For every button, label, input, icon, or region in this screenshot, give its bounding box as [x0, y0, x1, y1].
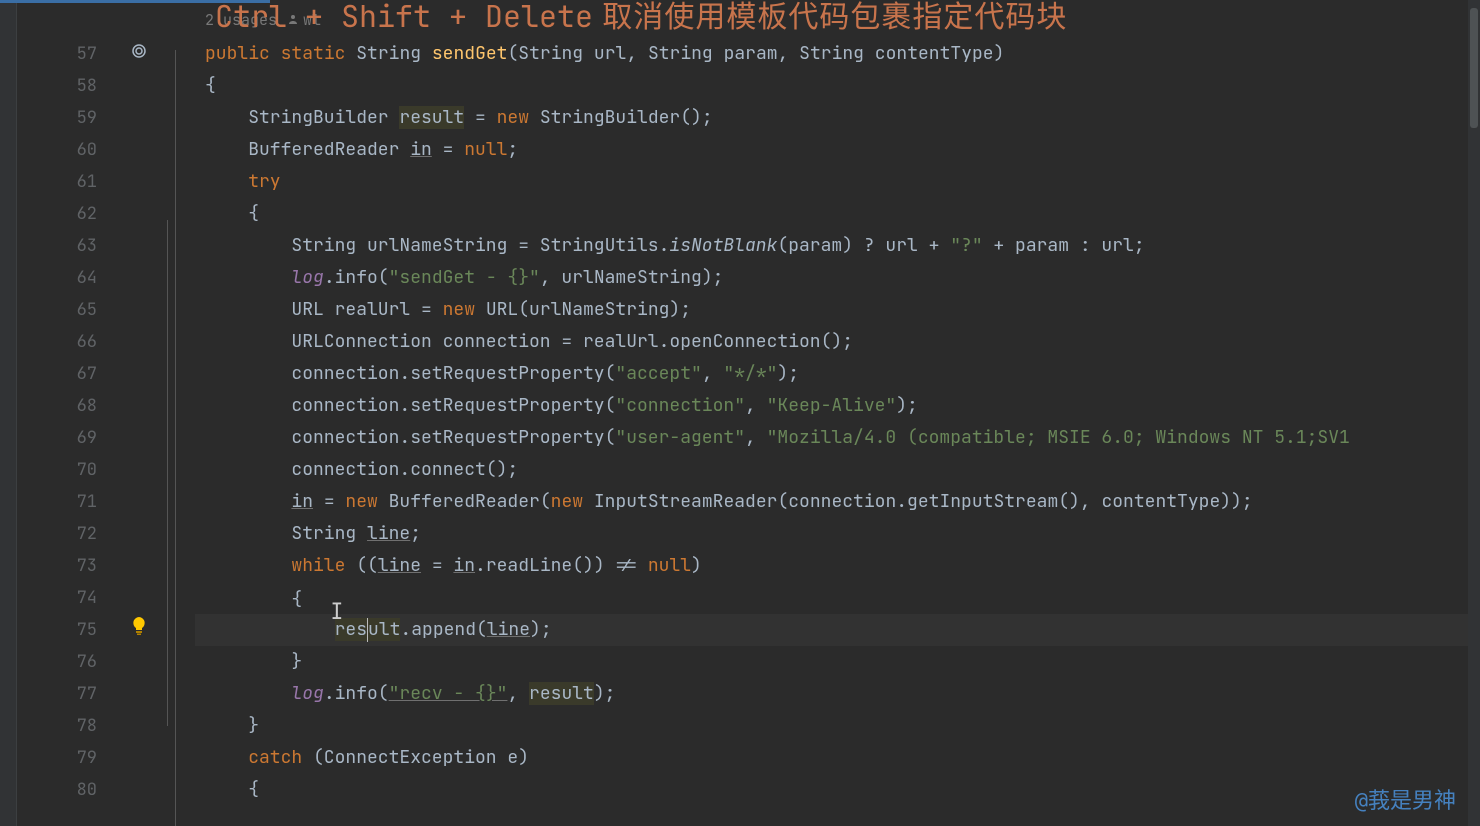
fold-strip[interactable] [163, 0, 195, 826]
line-number[interactable]: 73 [17, 550, 97, 582]
line-number[interactable]: 62 [17, 198, 97, 230]
vertical-scrollbar[interactable] [1468, 0, 1480, 826]
line-number-gutter[interactable]: 5758596061626364656667686970717273747576… [17, 0, 115, 826]
line-number[interactable]: 61 [17, 166, 97, 198]
code-line[interactable]: } [195, 646, 1480, 678]
code-line[interactable]: String urlNameString = StringUtils.isNot… [195, 230, 1480, 262]
fold-line-try [167, 220, 168, 726]
code-line[interactable]: connection.setRequestProperty("connectio… [195, 390, 1480, 422]
watermark: @莪是男神 [1355, 785, 1456, 818]
line-number[interactable]: 58 [17, 70, 97, 102]
code-line[interactable]: catch (ConnectException e) [195, 742, 1480, 774]
line-number[interactable]: 71 [17, 486, 97, 518]
left-marker-strip [0, 0, 17, 826]
line-number[interactable]: 80 [17, 774, 97, 806]
code-line[interactable]: StringBuilder result = new StringBuilder… [195, 102, 1480, 134]
intention-bulb-icon[interactable] [132, 614, 146, 646]
line-number[interactable]: 74 [17, 582, 97, 614]
fold-line-method [175, 50, 176, 826]
line-number[interactable]: 65 [17, 294, 97, 326]
code-line[interactable]: log.info("sendGet - {}", urlNameString); [195, 262, 1480, 294]
code-line[interactable]: try [195, 166, 1480, 198]
code-line[interactable]: connection.setRequestProperty("accept", … [195, 358, 1480, 390]
scroll-thumb[interactable] [1470, 8, 1478, 128]
line-number[interactable]: 59 [17, 102, 97, 134]
line-number[interactable]: 69 [17, 422, 97, 454]
code-content[interactable]: 2 usages wl Ctrl + Shift + Delete 取消使用模板… [195, 0, 1480, 826]
author-hint[interactable]: wl [287, 4, 321, 36]
code-line[interactable]: BufferedReader in = null; [195, 134, 1480, 166]
code-line[interactable]: {I [195, 582, 1480, 614]
line-number[interactable]: 60 [17, 134, 97, 166]
code-line[interactable]: connection.connect(); [195, 454, 1480, 486]
code-line[interactable]: { [195, 70, 1480, 102]
code-line[interactable]: in = new BufferedReader(new InputStreamR… [195, 486, 1480, 518]
code-line[interactable]: { [195, 774, 1480, 806]
override-method-icon[interactable] [131, 38, 147, 70]
code-line[interactable]: URL realUrl = new URL(urlNameString); [195, 294, 1480, 326]
line-number[interactable]: 66 [17, 326, 97, 358]
code-line[interactable]: connection.setRequestProperty("user-agen… [195, 422, 1480, 454]
code-line-current[interactable]: result.append(line); [195, 614, 1480, 646]
code-line[interactable]: } [195, 710, 1480, 742]
gutter-icon-column [115, 0, 163, 826]
code-line[interactable]: URLConnection connection = realUrl.openC… [195, 326, 1480, 358]
code-line[interactable]: { [195, 198, 1480, 230]
line-number[interactable]: 64 [17, 262, 97, 294]
line-number[interactable]: 72 [17, 518, 97, 550]
line-number[interactable]: 76 [17, 646, 97, 678]
line-number[interactable]: 63 [17, 230, 97, 262]
code-line[interactable]: while ((line = in.readLine()) != null) [195, 550, 1480, 582]
line-number[interactable]: 57 [17, 38, 97, 70]
code-line[interactable]: log.info("recv - {}", result); [195, 678, 1480, 710]
author-name: wl [303, 4, 321, 36]
line-number[interactable]: 79 [17, 742, 97, 774]
line-number[interactable]: 67 [17, 358, 97, 390]
usages-hint[interactable]: 2 usages [205, 4, 277, 36]
code-line[interactable]: public static String sendGet(String url,… [195, 38, 1480, 70]
line-number[interactable]: 75 [17, 614, 97, 646]
inlay-hints-row: 2 usages wl [195, 2, 1480, 38]
line-number[interactable]: 77 [17, 678, 97, 710]
person-icon [287, 4, 299, 36]
line-number[interactable]: 70 [17, 454, 97, 486]
line-number[interactable]: 68 [17, 390, 97, 422]
code-line[interactable]: String line; [195, 518, 1480, 550]
code-editor[interactable]: 5758596061626364656667686970717273747576… [0, 0, 1480, 826]
line-number[interactable]: 78 [17, 710, 97, 742]
